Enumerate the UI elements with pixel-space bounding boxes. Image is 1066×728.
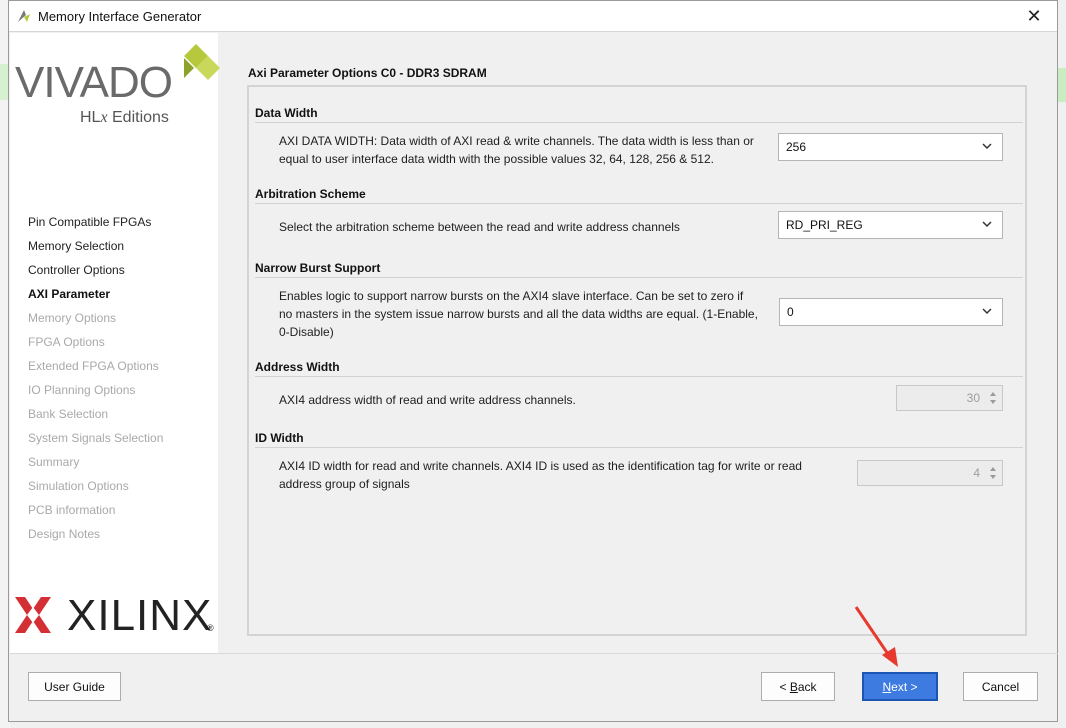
- left-panel: VIVADO HLx Editions Pin Compatible FPGAs…: [10, 33, 220, 653]
- data-width-description: AXI DATA WIDTH: Data width of AXI read &…: [279, 134, 754, 166]
- nav-step-axi-parameter[interactable]: AXI Parameter: [28, 287, 163, 311]
- vivado-logo: VIVADO HLx Editions: [15, 40, 220, 128]
- narrow-burst-value: 0: [787, 305, 794, 319]
- nav-step-pcb-information[interactable]: PCB information: [28, 503, 163, 527]
- registered-mark: ®: [207, 623, 214, 633]
- nav-step-design-notes[interactable]: Design Notes: [28, 527, 163, 551]
- close-icon: ✕: [1026, 6, 1042, 26]
- section-divider: [255, 376, 1023, 377]
- xilinx-wordmark: XILINX: [67, 591, 213, 640]
- title-bar: Memory Interface Generator ✕: [9, 1, 1057, 32]
- nav-step-memory-selection[interactable]: Memory Selection: [28, 239, 163, 263]
- section-title-data-width: Data Width: [255, 106, 318, 120]
- back-mnemonic: B: [789, 679, 798, 694]
- nav-step-fpga-options[interactable]: FPGA Options: [28, 335, 163, 359]
- back-label-rest: ack: [797, 679, 817, 694]
- address-width-description: AXI4 address width of read and write add…: [279, 393, 576, 407]
- chevron-down-icon: [982, 143, 992, 150]
- xilinx-logo: XILINX ®: [13, 591, 218, 640]
- arbitration-description: Select the arbitration scheme between th…: [279, 220, 680, 234]
- xilinx-x-icon: [15, 597, 51, 633]
- back-label-prefix: <: [779, 679, 790, 694]
- narrow-burst-select[interactable]: 0: [779, 298, 1003, 326]
- data-width-select[interactable]: 256: [778, 133, 1003, 161]
- arbitration-value: RD_PRI_REG: [786, 218, 863, 232]
- spinner-arrows-icon[interactable]: [988, 464, 998, 482]
- background-green-strip-left: [0, 64, 8, 100]
- next-button[interactable]: Next >: [862, 672, 938, 701]
- vivado-app-icon: [18, 10, 30, 22]
- section-divider: [255, 122, 1023, 123]
- chevron-down-icon: [982, 308, 992, 315]
- window-title: Memory Interface Generator: [38, 9, 202, 24]
- section-divider: [255, 277, 1023, 278]
- background-green-strip-right: [1058, 68, 1066, 102]
- id-width-description: AXI4 ID width for read and write channel…: [279, 459, 802, 491]
- hlx-editions-label: HLx Editions: [80, 109, 169, 126]
- vivado-wordmark: VIVADO: [15, 58, 173, 107]
- vivado-leaf-icon: [184, 44, 220, 80]
- arbitration-scheme-select[interactable]: RD_PRI_REG: [778, 211, 1003, 239]
- nav-step-system-signals-selection[interactable]: System Signals Selection: [28, 431, 163, 455]
- address-width-spinner[interactable]: 30: [896, 385, 1003, 411]
- nav-step-controller-options[interactable]: Controller Options: [28, 263, 163, 287]
- page-title: Axi Parameter Options C0 - DDR3 SDRAM: [248, 66, 487, 80]
- id-width-value: 4: [973, 466, 980, 480]
- nav-step-extended-fpga-options[interactable]: Extended FPGA Options: [28, 359, 163, 383]
- annotation-arrow-icon: [854, 606, 898, 667]
- nav-step-summary[interactable]: Summary: [28, 455, 163, 479]
- nav-step-memory-options[interactable]: Memory Options: [28, 311, 163, 335]
- close-button[interactable]: ✕: [1011, 1, 1057, 32]
- wizard-step-list: Pin Compatible FPGAs Memory Selection Cont…: [28, 215, 163, 551]
- data-width-value: 256: [786, 140, 807, 154]
- next-mnemonic: N: [882, 679, 892, 694]
- nav-step-simulation-options[interactable]: Simulation Options: [28, 479, 163, 503]
- cancel-button[interactable]: Cancel: [963, 672, 1038, 701]
- back-button[interactable]: < Back: [761, 672, 835, 701]
- chevron-down-icon: [982, 221, 992, 228]
- section-title-narrow-burst: Narrow Burst Support: [255, 261, 381, 275]
- id-width-spinner[interactable]: 4: [857, 460, 1003, 486]
- nav-step-io-planning-options[interactable]: IO Planning Options: [28, 383, 163, 407]
- section-title-id-width: ID Width: [255, 431, 304, 445]
- user-guide-button[interactable]: User Guide: [28, 672, 121, 701]
- spinner-arrows-icon[interactable]: [988, 389, 998, 407]
- narrow-burst-description: Enables logic to support narrow bursts o…: [279, 289, 758, 339]
- address-width-value: 30: [966, 391, 980, 405]
- mig-dialog: Memory Interface Generator ✕ VIVADO HLx …: [8, 0, 1058, 722]
- section-title-address-width: Address Width: [255, 360, 340, 374]
- nav-step-bank-selection[interactable]: Bank Selection: [28, 407, 163, 431]
- section-divider: [255, 447, 1023, 448]
- section-divider: [255, 203, 1023, 204]
- next-label-rest: ext >: [891, 679, 918, 694]
- options-panel: Data Width AXI DATA WIDTH: Data width of…: [247, 85, 1027, 636]
- nav-step-pin-compatible-fpgas[interactable]: Pin Compatible FPGAs: [28, 215, 163, 239]
- section-title-arbitration: Arbitration Scheme: [255, 187, 366, 201]
